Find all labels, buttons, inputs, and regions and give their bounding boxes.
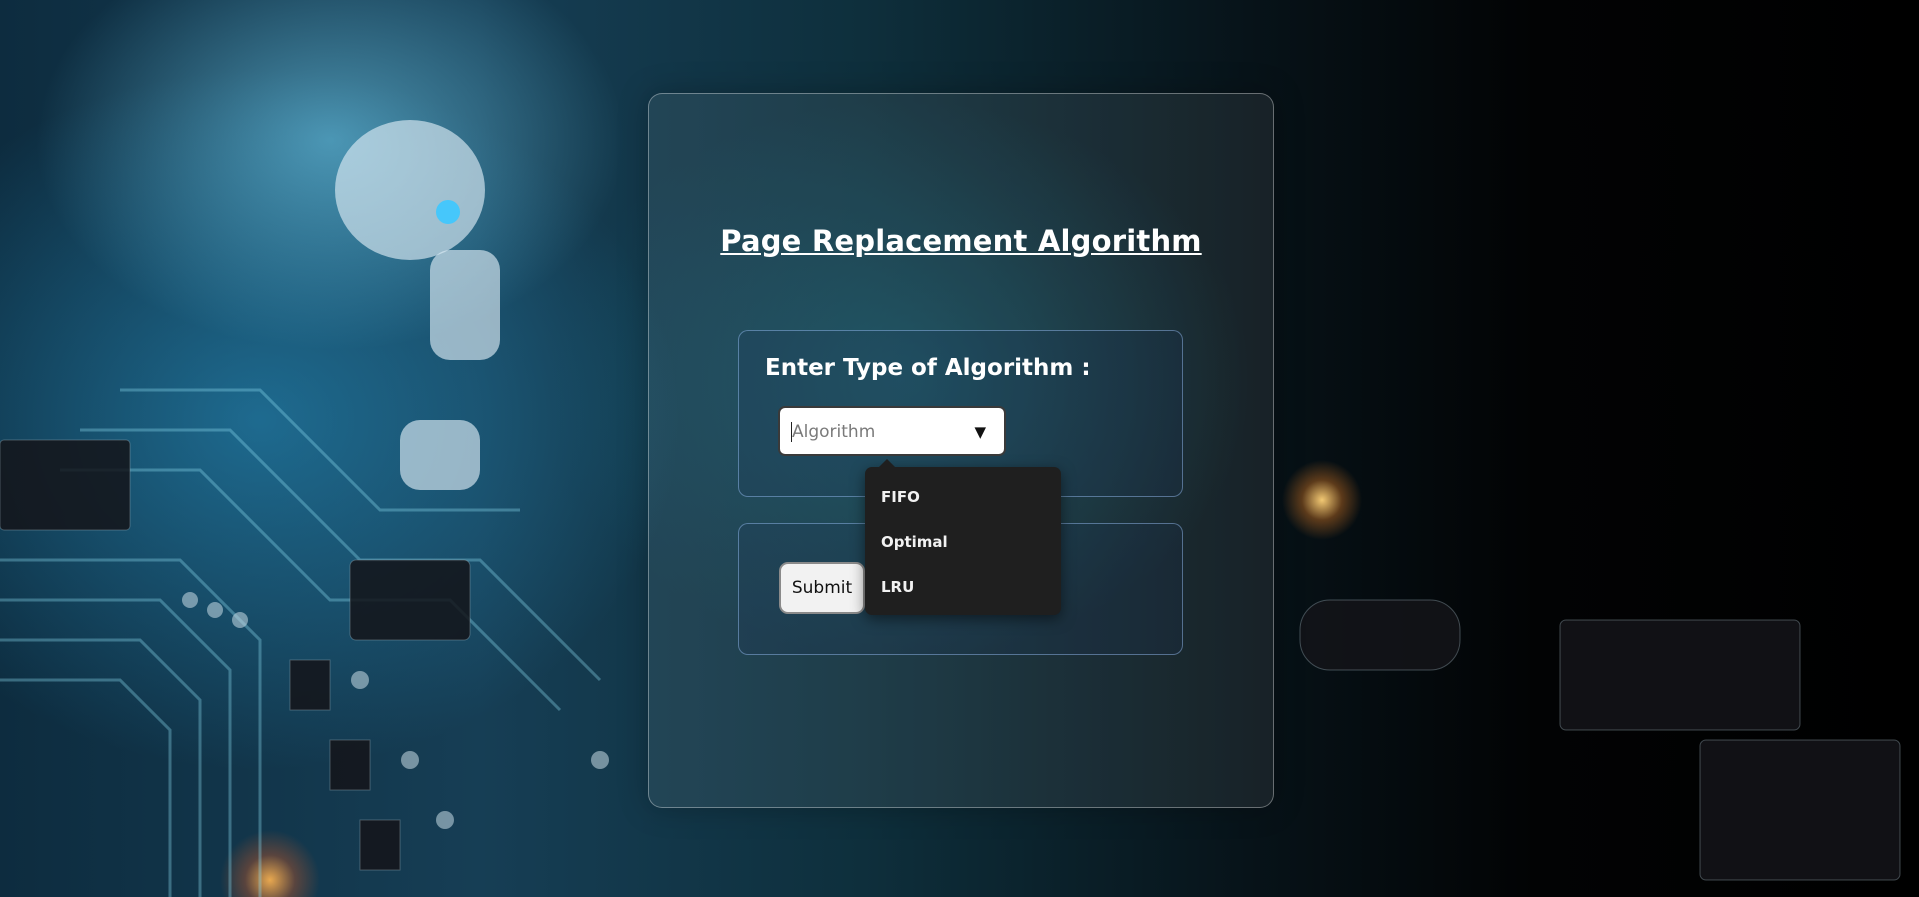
algorithm-options-dropdown: FIFO Optimal LRU bbox=[865, 459, 1061, 615]
form-card: Page Replacement Algorithm Enter Type of… bbox=[648, 93, 1274, 808]
option-fifo[interactable]: FIFO bbox=[881, 488, 920, 506]
algorithm-select-placeholder: Algorithm bbox=[792, 422, 876, 442]
dropdown-arrow-icon[interactable]: ▼ bbox=[974, 423, 986, 441]
algorithm-select[interactable]: Algorithm ▼ bbox=[778, 406, 1006, 456]
option-lru[interactable]: LRU bbox=[881, 578, 914, 596]
submit-button[interactable]: Submit bbox=[779, 562, 865, 614]
option-optimal[interactable]: Optimal bbox=[881, 533, 948, 551]
algorithm-label: Enter Type of Algorithm : bbox=[765, 355, 1091, 381]
page-title: Page Replacement Algorithm bbox=[720, 224, 1202, 258]
